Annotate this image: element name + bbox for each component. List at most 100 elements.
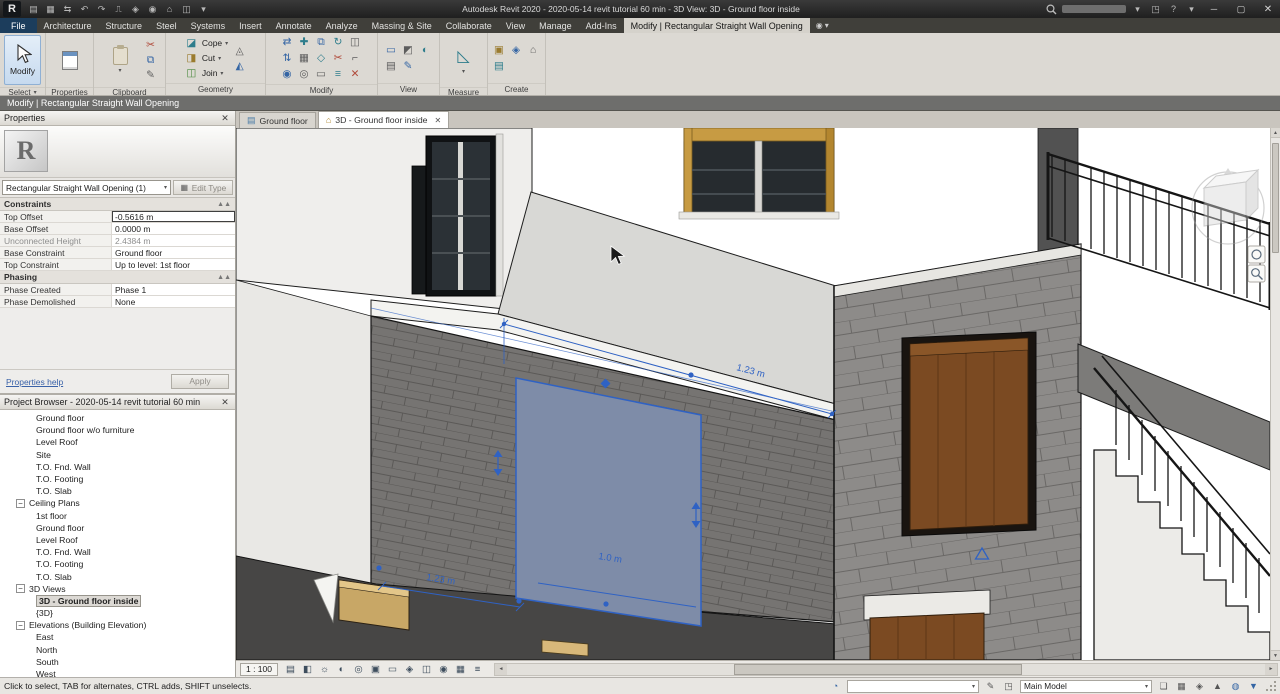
extend-icon[interactable]: ▭ — [314, 67, 329, 81]
tab-insert[interactable]: Insert — [232, 18, 269, 33]
editable-only-icon[interactable]: ✎ — [984, 681, 997, 692]
copy-icon[interactable]: ⧉ — [143, 53, 158, 67]
select-pinned-icon[interactable]: ◍ — [1229, 681, 1242, 692]
properties-close-icon[interactable]: ✕ — [219, 113, 231, 124]
displace-icon[interactable]: ◩ — [401, 43, 416, 57]
create-assembly-icon[interactable]: ⌂ — [526, 43, 541, 57]
beam-joins-icon[interactable]: ◭ — [232, 59, 247, 73]
scroll-left-icon[interactable]: ◄ — [495, 663, 507, 675]
align-icon[interactable]: ⇄ — [280, 35, 295, 49]
scale-button[interactable]: 1 : 100 — [240, 662, 278, 676]
list-item[interactable]: South — [0, 656, 235, 668]
press-drag-icon[interactable]: ▦ — [1175, 681, 1188, 692]
tree-group-ceiling-plans[interactable]: − Ceiling Plans — [0, 497, 235, 509]
collapse-box-icon[interactable]: − — [16, 498, 25, 508]
constraints-icon[interactable]: ≡ — [470, 663, 485, 676]
tab-file[interactable]: File — [0, 18, 37, 33]
detail-level-icon[interactable]: ▤ — [283, 663, 298, 676]
create-parts-icon[interactable]: ▤ — [492, 59, 507, 73]
crop-view-icon[interactable]: ▣ — [368, 663, 383, 676]
list-item[interactable]: Ground floor — [0, 412, 235, 424]
list-item[interactable]: {3D} — [0, 607, 235, 619]
join-button[interactable]: ◫ Join ▾ — [184, 66, 228, 80]
tab-massing-site[interactable]: Massing & Site — [365, 18, 439, 33]
mirror-icon[interactable]: ◫ — [348, 35, 363, 49]
tab-collaborate[interactable]: Collaborate — [439, 18, 499, 33]
resize-grip[interactable] — [1265, 680, 1276, 692]
temporary-hide-icon[interactable]: ◫ — [419, 663, 434, 676]
list-item-selected[interactable]: 3D - Ground floor inside — [0, 594, 235, 607]
sync-icon[interactable]: ⇆ — [61, 3, 74, 16]
info-dropdown-icon[interactable]: ▾ — [1185, 3, 1198, 16]
design-options-combo[interactable]: Main Model ▾ — [1020, 679, 1152, 693]
tab-manage[interactable]: Manage — [532, 18, 579, 33]
section-icon[interactable]: ◫ — [180, 3, 193, 16]
3d-view-icon[interactable]: ⌂ — [163, 3, 176, 16]
rotate-icon[interactable]: ↻ — [331, 35, 346, 49]
project-browser-close-icon[interactable]: ✕ — [219, 397, 231, 408]
tab-modify-contextual[interactable]: Modify | Rectangular Straight Wall Openi… — [623, 18, 810, 33]
list-item[interactable]: West — [0, 668, 235, 677]
create-similar-icon[interactable]: ◈ — [509, 43, 524, 57]
scroll-down-icon[interactable]: ▼ — [1271, 650, 1280, 660]
override-icon[interactable]: ▤ — [384, 59, 399, 73]
view-properties-icon[interactable]: ▦ — [453, 663, 468, 676]
phase-created-input[interactable]: Phase 1 — [112, 284, 235, 295]
split-icon[interactable]: ✂ — [331, 51, 346, 65]
edit-type-button[interactable]: ▦ Edit Type — [173, 180, 233, 195]
revit-logo-icon[interactable]: R — [3, 1, 21, 17]
wall-joins-icon[interactable]: ◬ — [232, 44, 247, 58]
tab-view[interactable]: View — [499, 18, 532, 33]
open-icon[interactable]: ▤ — [27, 3, 40, 16]
tree-group-3d-views[interactable]: −3D Views — [0, 583, 235, 595]
tab-steel[interactable]: Steel — [149, 18, 184, 33]
section-constraints[interactable]: Constraints ▲▲ — [0, 198, 235, 211]
vertical-scrollbar[interactable]: ▲ ▼ — [1270, 128, 1280, 660]
join-ends-icon[interactable]: ≡ — [331, 67, 346, 81]
door-right[interactable] — [901, 331, 1037, 537]
print-icon[interactable]: ⎍ — [112, 3, 125, 16]
save-icon[interactable]: ▦ — [44, 3, 57, 16]
close-button[interactable]: ✕ — [1257, 0, 1279, 18]
select-links-icon[interactable]: ◈ — [1193, 681, 1206, 692]
list-item[interactable]: T.O. Footing — [0, 558, 235, 570]
list-item[interactable]: Ground floor — [0, 522, 235, 534]
properties-help-link[interactable]: Properties help — [6, 377, 63, 387]
modify-tool-button[interactable]: Modify — [4, 35, 41, 85]
panel-label-modify[interactable]: Modify — [266, 84, 377, 95]
shadows-icon[interactable]: ◐ — [334, 663, 349, 676]
sun-path-icon[interactable]: ☼ — [317, 663, 332, 676]
linework-icon[interactable]: ✎ — [401, 59, 416, 73]
panel-label-view[interactable]: View — [378, 83, 439, 95]
move-icon[interactable]: ✚ — [297, 35, 312, 49]
section-phasing[interactable]: Phasing ▲▲ — [0, 271, 235, 284]
door-bottom[interactable] — [863, 589, 991, 660]
scroll-right-icon[interactable]: ► — [1265, 663, 1277, 675]
tab-systems[interactable]: Systems — [184, 18, 233, 33]
view-tab-ground-floor[interactable]: ▤ Ground floor — [239, 112, 316, 128]
collapse-box-icon[interactable]: − — [16, 584, 25, 594]
pin-icon[interactable]: ◉ — [280, 67, 295, 81]
list-item[interactable]: Site — [0, 449, 235, 461]
collapse-box-icon[interactable]: − — [16, 620, 25, 630]
offset-icon[interactable]: ⇅ — [280, 51, 295, 65]
ribbon-options-icon[interactable]: ◉ ▾ — [810, 18, 835, 33]
delete-icon[interactable]: ✕ — [348, 67, 363, 81]
reveal-hidden-icon[interactable]: ◉ — [436, 663, 451, 676]
array-icon[interactable]: ▦ — [297, 51, 312, 65]
minimize-button[interactable]: ─ — [1203, 0, 1225, 18]
exchange-apps-icon[interactable]: ◳ — [1149, 3, 1162, 16]
redo-icon[interactable]: ↷ — [95, 3, 108, 16]
tab-annotate[interactable]: Annotate — [269, 18, 319, 33]
tab-structure[interactable]: Structure — [99, 18, 150, 33]
worksets-combo[interactable]: ▾ — [847, 679, 979, 693]
create-group-icon[interactable]: ▣ — [492, 43, 507, 57]
type-selector[interactable]: Rectangular Straight Wall Opening (1) ▾ — [2, 180, 171, 195]
render-icon[interactable]: ◎ — [351, 663, 366, 676]
hide-icon[interactable]: ◐ — [418, 43, 433, 57]
close-view-tab-icon[interactable]: ✕ — [434, 116, 441, 125]
cut-icon[interactable]: ✂ — [143, 38, 158, 52]
list-item[interactable]: East — [0, 631, 235, 643]
scroll-up-icon[interactable]: ▲ — [1271, 128, 1280, 138]
help-icon[interactable]: ? — [1167, 3, 1180, 16]
